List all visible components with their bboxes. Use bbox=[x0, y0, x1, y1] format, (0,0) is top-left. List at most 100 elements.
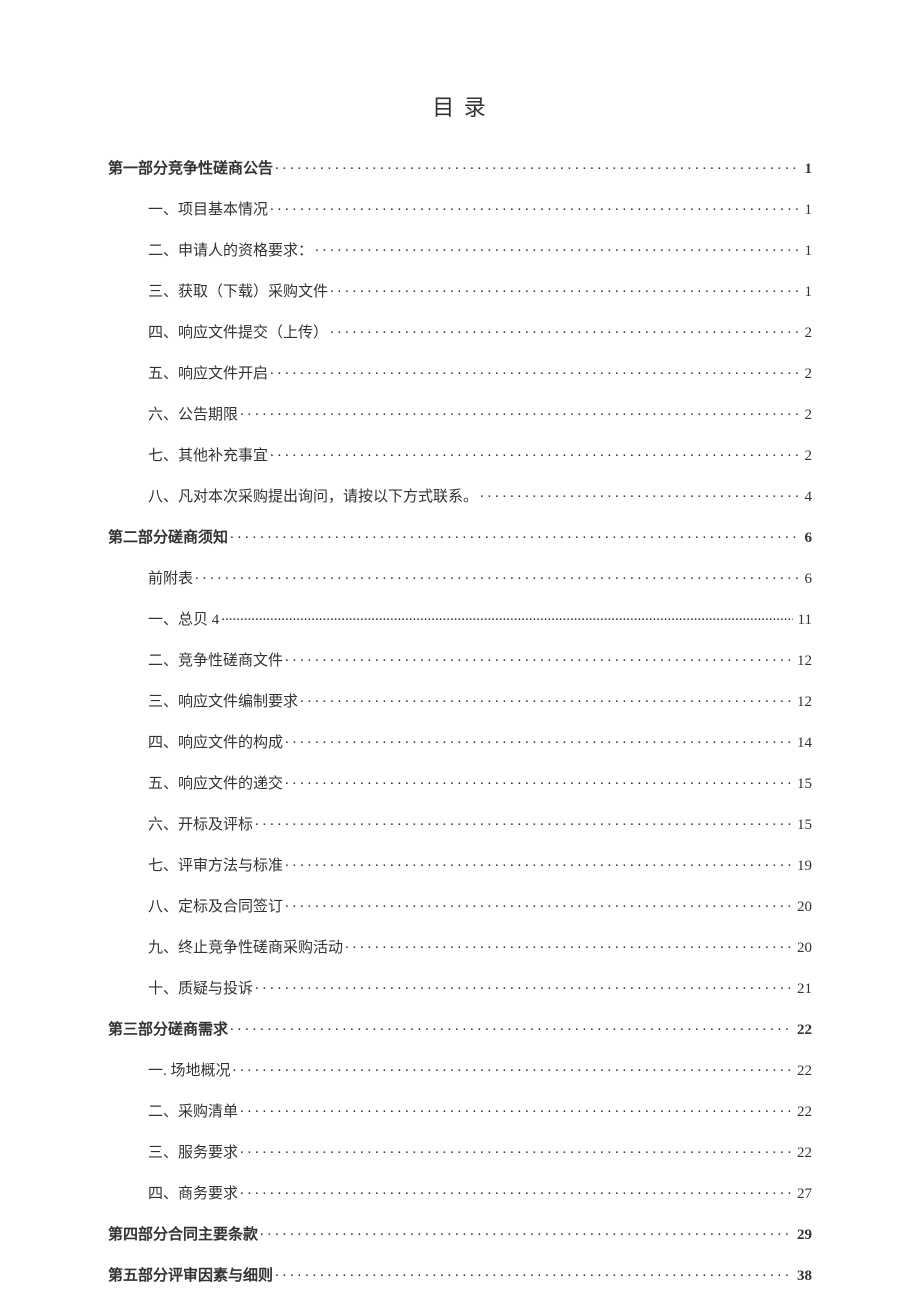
toc-leader-dots bbox=[240, 1142, 792, 1157]
toc-entry-label: 第二部分磋商须知 bbox=[108, 531, 228, 546]
toc-entry-label: 六、开标及评标 bbox=[148, 818, 253, 833]
toc-entry-label: 七、其他补充事宜 bbox=[148, 449, 268, 464]
toc-entry: 十、质疑与投诉 21 bbox=[148, 978, 812, 997]
toc-entry: 二、竞争性磋商文件12 bbox=[148, 650, 812, 669]
toc-leader-dots bbox=[270, 363, 799, 378]
toc-entry-label: 十、质疑与投诉 bbox=[148, 982, 253, 997]
toc-entry-page: 14 bbox=[794, 736, 812, 751]
toc-leader-dots bbox=[260, 1224, 792, 1239]
toc-leader-dots bbox=[230, 1019, 792, 1034]
toc-entry-page: 12 bbox=[794, 695, 812, 710]
toc-leader-dots bbox=[300, 691, 792, 706]
toc-entry-page: 15 bbox=[794, 777, 812, 792]
toc-entry-page: 4 bbox=[802, 490, 813, 505]
toc-leader-dots bbox=[285, 855, 792, 870]
toc-entry-page: 21 bbox=[794, 982, 812, 997]
toc-entry: 四、商务要求 27 bbox=[148, 1183, 812, 1202]
toc-entry: 五、响应文件开启 2 bbox=[148, 363, 812, 382]
toc-entry-page: 19 bbox=[794, 859, 812, 874]
toc-entry: 第五部分评审因素与细则 38 bbox=[108, 1265, 812, 1284]
toc-entry: 第三部分磋商需求 22 bbox=[108, 1019, 812, 1038]
toc-entry-page: 2 bbox=[802, 326, 813, 341]
toc-entry: 六、开标及评标 15 bbox=[148, 814, 812, 833]
toc-entry-page: 22 bbox=[794, 1023, 812, 1038]
toc-leader-dots bbox=[240, 404, 799, 419]
toc-entry: 八、凡对本次采购提出询问，请按以下方式联系。 4 bbox=[148, 486, 812, 505]
toc-leader-dots bbox=[233, 1060, 792, 1075]
toc-entry-label: 八、定标及合同签订 bbox=[148, 900, 283, 915]
toc-entry-label: 一、项目基本情况 bbox=[148, 203, 268, 218]
toc-entry-label: 一. 场地概况 bbox=[148, 1064, 231, 1079]
toc-entry: 二、申请人的资格要求： 1 bbox=[148, 240, 812, 259]
toc-leader-dots bbox=[255, 978, 792, 993]
toc-entry-page: 6 bbox=[802, 531, 813, 546]
toc-entry-page: 29 bbox=[794, 1228, 812, 1243]
toc-entry-page: 38 bbox=[794, 1269, 812, 1284]
toc-entry-label: 前附表 bbox=[148, 572, 193, 587]
toc-entry: 二、采购清单 22 bbox=[148, 1101, 812, 1120]
toc-leader-dots bbox=[240, 1183, 792, 1198]
toc-leader-dots bbox=[285, 732, 792, 747]
toc-entry-page: 22 bbox=[794, 1105, 812, 1120]
toc-entry-page: 22 bbox=[794, 1064, 812, 1079]
toc-entry-label: 八、凡对本次采购提出询问，请按以下方式联系。 bbox=[148, 490, 478, 505]
toc-entry: 前附表 6 bbox=[148, 568, 812, 587]
toc-entry-label: 二、竞争性磋商文件 bbox=[148, 654, 283, 669]
toc-entry: 八、定标及合同签订 20 bbox=[148, 896, 812, 915]
toc-entry: 第一部分竞争性磋商公告 1 bbox=[108, 158, 812, 177]
toc-leader-dots bbox=[275, 158, 799, 173]
toc-entry: 四、响应文件的构成 14 bbox=[148, 732, 812, 751]
toc-leader-dots bbox=[275, 1265, 792, 1280]
toc-entry: 七、评审方法与标准 19 bbox=[148, 855, 812, 874]
toc-leader-dots bbox=[195, 568, 799, 583]
toc-entry-page: 1 bbox=[802, 162, 813, 177]
toc-leader-dots bbox=[270, 199, 799, 214]
toc-entry-page: 27 bbox=[794, 1187, 812, 1202]
toc-leader-dots bbox=[255, 814, 792, 829]
toc-leader-dots bbox=[285, 650, 792, 665]
toc-entry-page: 15 bbox=[794, 818, 812, 833]
toc-entry-label: 九、终止竞争性磋商采购活动 bbox=[148, 941, 343, 956]
toc-entry-label: 三、响应文件编制要求 bbox=[148, 695, 298, 710]
toc-entry-label: 第一部分竞争性磋商公告 bbox=[108, 162, 273, 177]
toc-entry-label: 四、响应文件提交（上传） bbox=[148, 326, 328, 341]
toc-entry: 七、其他补充事宜2 bbox=[148, 445, 812, 464]
toc-entry-label: 三、服务要求 bbox=[148, 1146, 238, 1161]
toc-entry-label: 四、响应文件的构成 bbox=[148, 736, 283, 751]
toc-entry: 三、响应文件编制要求 12 bbox=[148, 691, 812, 710]
toc-entry-label: 第三部分磋商需求 bbox=[108, 1023, 228, 1038]
toc-title: 目 录 bbox=[108, 90, 812, 122]
toc-entry-page: 20 bbox=[794, 941, 812, 956]
toc-leader-dots bbox=[230, 527, 799, 542]
toc-entry: 六、公告期限2 bbox=[148, 404, 812, 423]
toc-entry-label: 二、申请人的资格要求： bbox=[148, 244, 313, 259]
toc-leader-dots bbox=[221, 609, 792, 624]
toc-entry: 三、获取（下载）采购文件1 bbox=[148, 281, 812, 300]
toc-entry-page: 1 bbox=[802, 285, 813, 300]
toc-entry-label: 六、公告期限 bbox=[148, 408, 238, 423]
toc-leader-dots bbox=[480, 486, 799, 501]
toc-entry: 一、项目基本情况1 bbox=[148, 199, 812, 218]
toc-entry: 三、服务要求22 bbox=[148, 1142, 812, 1161]
toc-entry: 九、终止竞争性磋商采购活动 20 bbox=[148, 937, 812, 956]
toc-entry-label: 四、商务要求 bbox=[148, 1187, 238, 1202]
toc-entry: 第四部分合同主要条款29 bbox=[108, 1224, 812, 1243]
toc-entry-label: 第五部分评审因素与细则 bbox=[108, 1269, 273, 1284]
toc-entry: 四、响应文件提交（上传） 2 bbox=[148, 322, 812, 341]
toc-leader-dots bbox=[315, 240, 799, 255]
toc-list: 第一部分竞争性磋商公告1一、项目基本情况1二、申请人的资格要求：1三、获取（下载… bbox=[108, 158, 812, 1284]
toc-entry-page: 6 bbox=[802, 572, 813, 587]
toc-leader-dots bbox=[285, 896, 792, 911]
toc-leader-dots bbox=[330, 281, 799, 296]
toc-leader-dots bbox=[330, 322, 799, 337]
toc-leader-dots bbox=[270, 445, 799, 460]
toc-entry: 第二部分磋商须知 6 bbox=[108, 527, 812, 546]
toc-entry-page: 1 bbox=[802, 244, 813, 259]
toc-entry-label: 七、评审方法与标准 bbox=[148, 859, 283, 874]
toc-entry-label: 二、采购清单 bbox=[148, 1105, 238, 1120]
toc-entry: 五、响应文件的递交15 bbox=[148, 773, 812, 792]
toc-entry-label: 五、响应文件开启 bbox=[148, 367, 268, 382]
toc-entry-page: 20 bbox=[794, 900, 812, 915]
toc-entry-label: 一、总贝 4 bbox=[148, 613, 219, 628]
toc-entry-page: 2 bbox=[802, 367, 813, 382]
